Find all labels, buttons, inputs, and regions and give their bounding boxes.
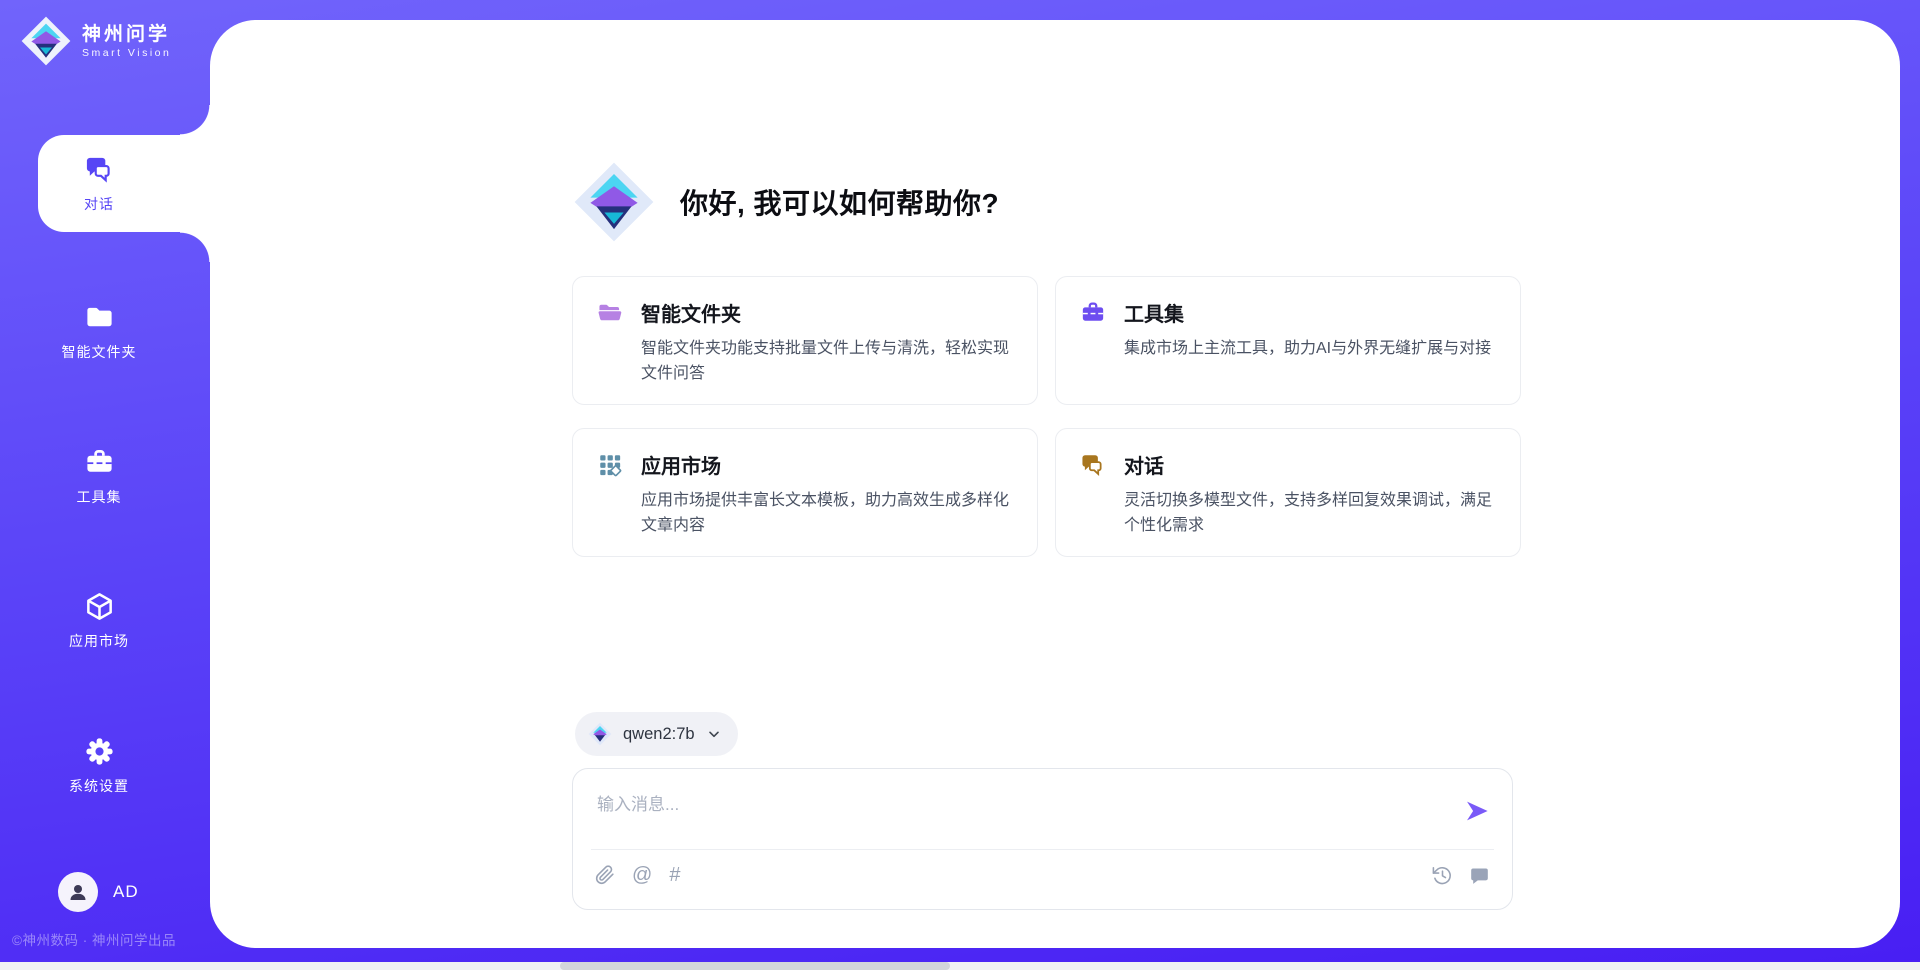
sidebar-item-label: 系统设置 (69, 776, 129, 796)
card-title: 智能文件夹 (641, 298, 741, 327)
send-icon[interactable] (1464, 798, 1490, 824)
horizontal-scrollbar[interactable] (0, 962, 1920, 970)
chevron-down-icon (706, 726, 722, 742)
message-icon[interactable] (1469, 865, 1490, 886)
scrollbar-thumb[interactable] (560, 962, 950, 970)
feature-cards: 智能文件夹 智能文件夹功能支持批量文件上传与清洗，轻松实现文件问答 工具集 集成… (572, 276, 1521, 557)
app-root: 神州问学 Smart Vision 对话 智能文件夹 工具集 (0, 0, 1920, 970)
model-name: qwen2:7b (623, 725, 695, 744)
history-icon[interactable] (1432, 865, 1453, 886)
card-chat[interactable]: 对话 灵活切换多模型文件，支持多样回复效果调试，满足个性化需求 (1055, 428, 1521, 557)
card-title: 应用市场 (641, 450, 721, 479)
copyright-footer: ©神州数码 · 神州问学出品 (12, 929, 176, 949)
hash-icon[interactable]: # (669, 865, 680, 885)
briefcase-icon (84, 447, 115, 478)
sidebar-item-label: 智能文件夹 (62, 342, 137, 362)
logo-diamond-icon (588, 722, 612, 746)
card-toolset[interactable]: 工具集 集成市场上主流工具，助力AI与外界无缝扩展与对接 (1055, 276, 1521, 405)
card-description: 智能文件夹功能支持批量文件上传与清洗，轻松实现文件问答 (641, 337, 1015, 387)
grid-icon (597, 452, 623, 478)
sidebar-item-smart-folder[interactable]: 智能文件夹 (0, 302, 198, 362)
user-profile[interactable]: AD (58, 872, 139, 912)
card-description: 应用市场提供丰富长文本模板，助力高效生成多样化文章内容 (641, 489, 1015, 539)
card-app-market[interactable]: 应用市场 应用市场提供丰富长文本模板，助力高效生成多样化文章内容 (572, 428, 1038, 557)
card-description: 集成市场上主流工具，助力AI与外界无缝扩展与对接 (1124, 337, 1498, 362)
paperclip-icon[interactable] (595, 865, 615, 885)
card-title: 对话 (1124, 450, 1164, 479)
sidebar-item-app-market[interactable]: 应用市场 (0, 591, 198, 651)
greeting-title: 你好, 我可以如何帮助你? (680, 182, 999, 222)
brand-title: 神州问学 (82, 23, 171, 47)
greeting-block: 你好, 我可以如何帮助你? (572, 160, 999, 244)
active-tab-fillet-bottom (180, 232, 210, 262)
brand-logo-block: 神州问学 Smart Vision (20, 15, 171, 67)
gear-icon (84, 736, 115, 767)
sidebar-item-label: 应用市场 (69, 631, 129, 651)
sidebar-item-label: 对话 (84, 194, 114, 214)
user-name: AD (113, 882, 139, 902)
brand-subtitle: Smart Vision (82, 47, 171, 59)
briefcase-icon (1080, 300, 1106, 326)
card-title: 工具集 (1124, 298, 1184, 327)
composer-divider (591, 849, 1494, 850)
logo-diamond-icon (20, 15, 72, 67)
logo-diamond-icon (572, 160, 656, 244)
chat-icon (1080, 452, 1106, 478)
folder-open-icon (597, 300, 623, 326)
card-smart-folder[interactable]: 智能文件夹 智能文件夹功能支持批量文件上传与清洗，轻松实现文件问答 (572, 276, 1038, 405)
message-composer: @ # (572, 768, 1513, 910)
sidebar-item-chat[interactable]: 对话 (0, 154, 198, 214)
at-icon[interactable]: @ (632, 865, 652, 885)
composer-toolbar: @ # (595, 865, 680, 885)
user-avatar-icon (66, 880, 90, 904)
model-selector[interactable]: qwen2:7b (575, 712, 738, 756)
chat-icon (84, 154, 115, 185)
message-input[interactable] (597, 784, 1427, 826)
sidebar-item-settings[interactable]: 系统设置 (0, 736, 198, 796)
avatar (58, 872, 98, 912)
folder-icon (84, 302, 115, 333)
sidebar-item-label: 工具集 (77, 487, 122, 507)
sidebar-item-toolset[interactable]: 工具集 (0, 447, 198, 507)
active-tab-fillet-top (180, 105, 210, 135)
cube-icon (84, 591, 115, 622)
composer-right-tools (1432, 865, 1490, 886)
card-description: 灵活切换多模型文件，支持多样回复效果调试，满足个性化需求 (1124, 489, 1498, 539)
